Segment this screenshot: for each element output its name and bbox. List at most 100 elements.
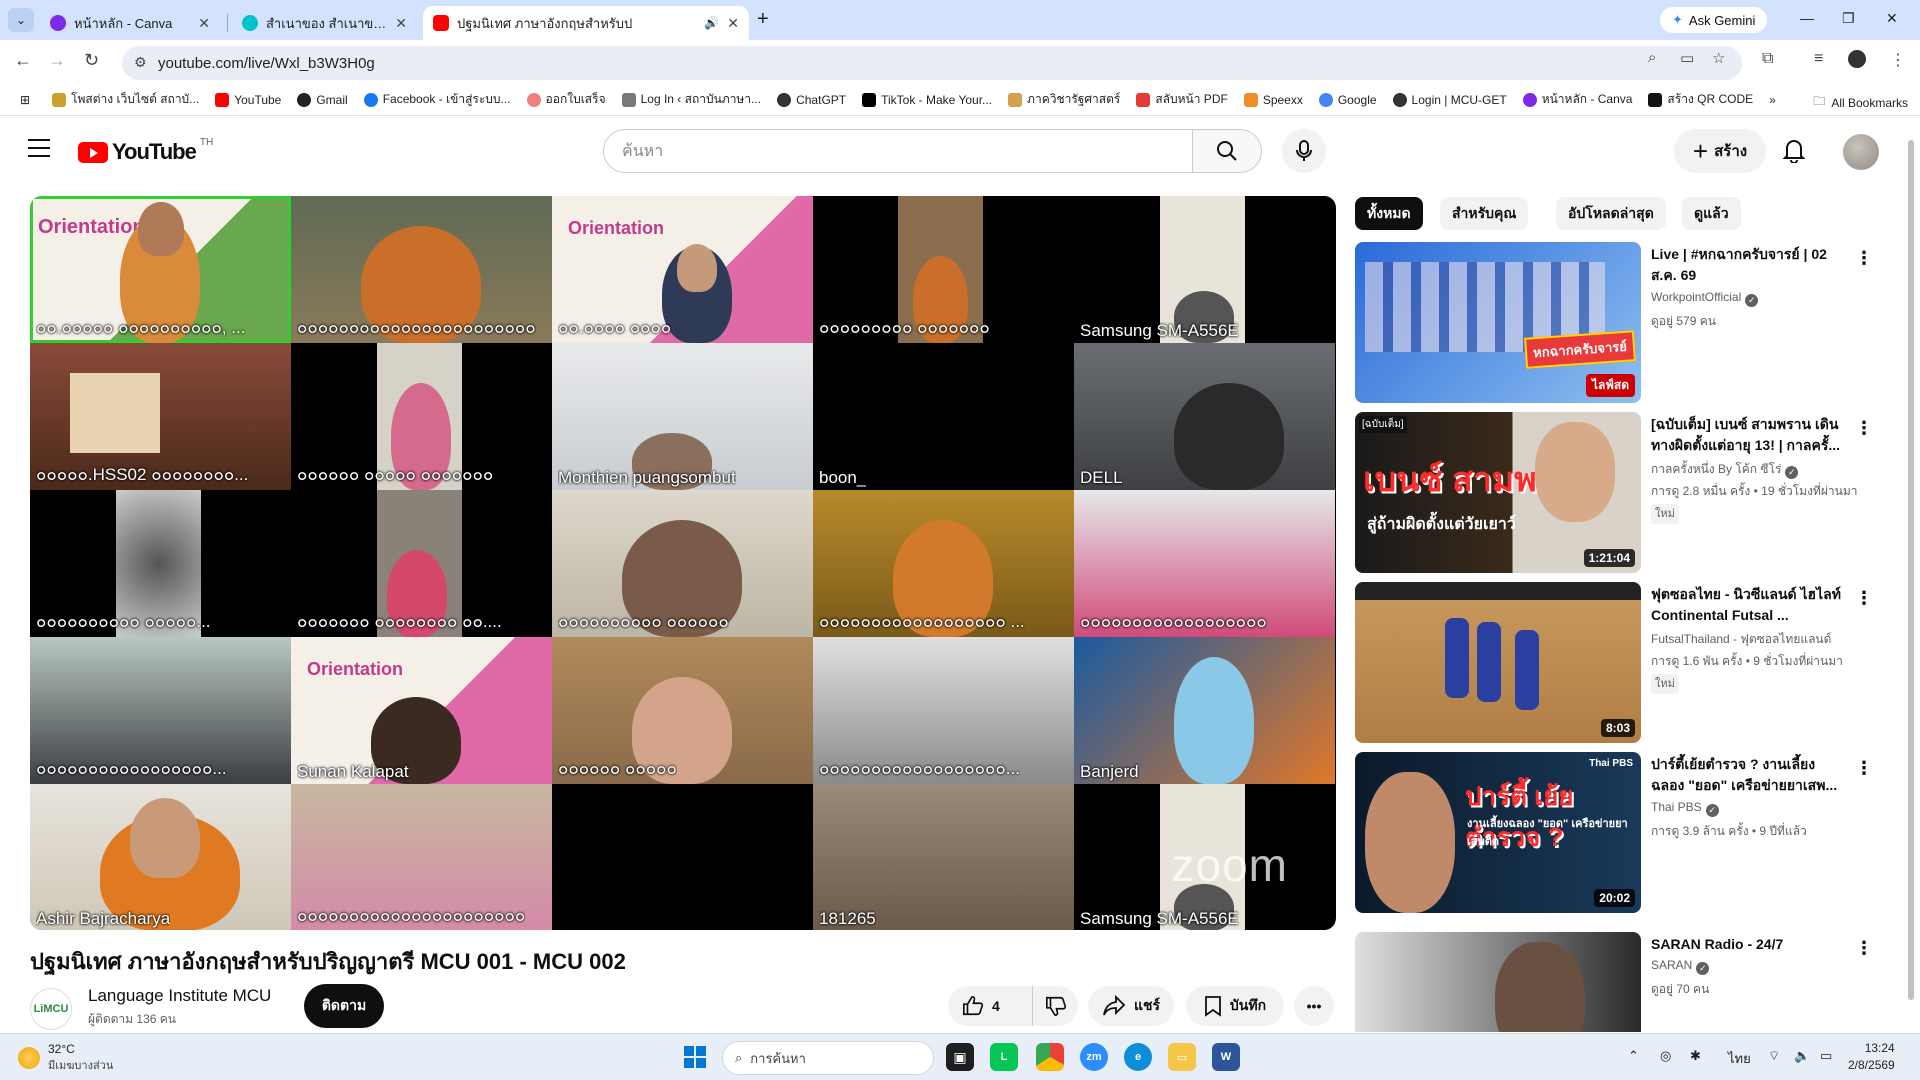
tab-canva[interactable]: หน้าหลัก - Canva ✕ xyxy=(40,6,220,40)
more-actions-button[interactable]: ••• xyxy=(1294,986,1334,1026)
notifications-button[interactable] xyxy=(1782,137,1806,168)
subscribe-button[interactable]: ติดตาม xyxy=(304,984,384,1028)
video-thumbnail[interactable]: หกฉากครับจารย์ ไลฟ์สด xyxy=(1355,242,1641,403)
video-thumbnail[interactable]: 8:03 xyxy=(1355,582,1641,743)
bookmark-item[interactable]: Speexx xyxy=(1236,92,1311,107)
close-tab-icon[interactable]: ✕ xyxy=(198,15,210,32)
bookmark-item[interactable]: สร้าง QR CODE xyxy=(1640,90,1761,109)
bookmark-item[interactable]: TikTok - Make Your... xyxy=(854,92,1000,107)
media-control-icon[interactable]: ≡ xyxy=(1814,50,1823,68)
new-tab-button[interactable]: + xyxy=(757,8,769,31)
video-thumbnail[interactable] xyxy=(1355,932,1641,1032)
system-clock[interactable]: 13:24 2/8/2569 xyxy=(1848,1040,1895,1074)
channel-avatar[interactable]: LiMCU xyxy=(30,988,72,1030)
chip-recent-uploads[interactable]: อัปโหลดล่าสุด xyxy=(1556,197,1666,230)
tab-search-button[interactable]: ⌄ xyxy=(8,8,34,32)
create-button[interactable]: + สร้าง xyxy=(1674,129,1766,173)
chip-watched[interactable]: ดูแล้ว xyxy=(1682,197,1741,230)
bookmark-item[interactable]: Login | MCU-GET xyxy=(1385,92,1515,107)
tray-overflow-icon[interactable]: ⌃ xyxy=(1628,1048,1639,1064)
apps-grid-icon[interactable]: ⊞ xyxy=(12,93,44,107)
tab-canva-copy[interactable]: สำเนาของ สำเนาของ จดหมายข่าว - ✕ xyxy=(232,6,417,40)
restore-icon[interactable]: ❐ xyxy=(1842,10,1855,27)
forward-icon[interactable]: → xyxy=(48,50,66,71)
dislike-button[interactable] xyxy=(1032,986,1078,1026)
bookmark-item[interactable]: ChatGPT xyxy=(769,92,854,107)
more-vertical-icon[interactable]: ⋮ xyxy=(1855,588,1873,609)
thumbnail-text: งานเลี้ยงฉลอง "ยอด" เครือข่ายยาเสพติด xyxy=(1467,818,1628,848)
windows-start-icon[interactable] xyxy=(684,1046,706,1068)
close-window-icon[interactable]: ✕ xyxy=(1886,10,1898,27)
speaker-icon[interactable]: 🔊 xyxy=(704,16,719,30)
recommended-video[interactable]: SARAN Radio - 24/7 SARAN ✓ ดูอยู่ 70 คน ⋮ xyxy=(1355,932,1875,1032)
share-button[interactable]: แชร์ xyxy=(1088,986,1174,1026)
line-app-icon[interactable]: L xyxy=(990,1043,1018,1071)
recommended-video[interactable]: 8:03 ฟุตซอลไทย - นิวซีแลนด์ ไฮไลท์ Conti… xyxy=(1355,582,1875,744)
scrollbar-thumb[interactable] xyxy=(1908,140,1914,1000)
task-view-icon[interactable]: ▣ xyxy=(946,1043,974,1071)
bookmark-item[interactable]: สลับหน้า PDF xyxy=(1128,90,1235,109)
youtube-logo[interactable]: YouTube TH xyxy=(78,137,213,165)
file-explorer-icon[interactable]: ▭ xyxy=(1168,1043,1196,1071)
extensions-icon[interactable]: ⧉ xyxy=(1762,50,1773,68)
bookmark-item[interactable]: Google xyxy=(1311,92,1385,107)
bookmark-item[interactable]: YouTube xyxy=(207,92,289,107)
zoom-app-icon[interactable]: zm xyxy=(1080,1043,1108,1071)
bookmark-star-icon[interactable]: ☆ xyxy=(1712,49,1725,67)
profile-avatar[interactable] xyxy=(1848,50,1866,68)
close-tab-icon[interactable]: ✕ xyxy=(727,15,739,32)
bookmark-item[interactable]: หน้าหลัก - Canva xyxy=(1515,90,1641,109)
recommended-video[interactable]: [ฉบับเต็ม] เบนซ์ สามพราน สู่ถ้ามผิดตั้งแ… xyxy=(1355,412,1875,574)
battery-icon[interactable]: ▭ xyxy=(1820,1048,1832,1064)
tray-app-icon[interactable]: ◎ xyxy=(1660,1048,1671,1064)
volume-icon[interactable]: 🔈 xyxy=(1794,1048,1810,1064)
account-avatar[interactable] xyxy=(1843,134,1879,170)
more-vertical-icon[interactable]: ⋮ xyxy=(1855,938,1873,959)
tab-youtube-active[interactable]: ปฐมนิเทศ ภาษาอังกฤษสำหรับป 🔊 ✕ xyxy=(423,6,749,40)
like-button[interactable]: 4 xyxy=(948,986,1032,1026)
wifi-icon[interactable]: ⌔ xyxy=(1768,1048,1780,1064)
chrome-app-icon[interactable] xyxy=(1036,1043,1064,1071)
more-bookmarks-icon[interactable]: » xyxy=(1761,93,1784,107)
more-vertical-icon[interactable]: ⋮ xyxy=(1855,248,1873,269)
video-title: SARAN Radio - 24/7 xyxy=(1651,936,1784,952)
weather-widget[interactable]: 32°C มีเมฆบางส่วน xyxy=(18,1042,113,1074)
channel-name[interactable]: Language Institute MCU xyxy=(88,986,271,1006)
bookmark-item[interactable]: Gmail xyxy=(289,92,355,107)
recommended-video[interactable]: ปาร์ตี้ เย้ยตำรวจ ? งานเลี้ยงฉลอง "ยอด" … xyxy=(1355,752,1875,914)
word-app-icon[interactable]: W xyxy=(1212,1043,1240,1071)
cast-icon[interactable]: ▭ xyxy=(1680,49,1694,67)
video-thumbnail[interactable]: [ฉบับเต็ม] เบนซ์ สามพราน สู่ถ้ามผิดตั้งแ… xyxy=(1355,412,1641,573)
close-tab-icon[interactable]: ✕ xyxy=(395,15,407,32)
more-vertical-icon[interactable]: ⋮ xyxy=(1855,418,1873,439)
save-button[interactable]: บันทึก xyxy=(1186,986,1284,1026)
menu-icon[interactable] xyxy=(28,139,50,157)
taskbar-search-input[interactable]: ⌕ การค้นหา xyxy=(722,1041,934,1075)
bookmark-item[interactable]: Log In ‹ สถาบันภาษา... xyxy=(614,90,769,109)
bookmark-item[interactable]: ออกใบเสร็จ xyxy=(519,90,614,109)
edge-app-icon[interactable]: e xyxy=(1124,1043,1152,1071)
ask-gemini-button[interactable]: ✦ Ask Gemini xyxy=(1660,7,1768,33)
minimize-icon[interactable]: — xyxy=(1800,10,1814,26)
search-input[interactable]: ค้นหา xyxy=(603,129,1193,173)
more-vertical-icon[interactable]: ⋮ xyxy=(1855,758,1873,779)
all-bookmarks-button[interactable]: 🗀 All Bookmarks xyxy=(1813,92,1908,113)
recommended-video[interactable]: หกฉากครับจารย์ ไลฟ์สด Live | #หกฉากครับจ… xyxy=(1355,242,1875,404)
voice-search-button[interactable] xyxy=(1282,129,1326,173)
video-thumbnail[interactable]: ปาร์ตี้ เย้ยตำรวจ ? งานเลี้ยงฉลอง "ยอด" … xyxy=(1355,752,1641,913)
chip-all[interactable]: ทั้งหมด xyxy=(1355,197,1423,230)
zoom-icon[interactable]: ⌕ xyxy=(1648,49,1656,66)
chrome-menu-icon[interactable]: ⋮ xyxy=(1890,50,1906,70)
address-bar[interactable]: ⚙ youtube.com/live/Wxl_b3W3H0g xyxy=(122,46,1742,80)
search-button[interactable] xyxy=(1192,129,1262,173)
reload-icon[interactable]: ↻ xyxy=(84,50,99,71)
back-icon[interactable]: ← xyxy=(14,50,32,71)
site-info-icon[interactable]: ⚙ xyxy=(134,54,147,71)
bookmark-item[interactable]: ภาควิชารัฐศาสตร์ xyxy=(1000,90,1128,109)
bookmark-item[interactable]: โพสต่าง เว็บไซต์ สถาบั... xyxy=(44,90,207,109)
language-indicator[interactable]: ไทย xyxy=(1728,1048,1751,1069)
bookmark-item[interactable]: Facebook - เข้าสู่ระบบ... xyxy=(356,90,519,109)
video-player[interactable]: Orientation ๐๐.๐๐๐๐๐ ๐๐๐๐๐๐๐๐๐๐, ... ๐๐๐… xyxy=(30,196,1336,930)
bluetooth-icon[interactable]: ✱ xyxy=(1690,1048,1701,1064)
chip-for-you[interactable]: สำหรับคุณ xyxy=(1440,197,1529,230)
